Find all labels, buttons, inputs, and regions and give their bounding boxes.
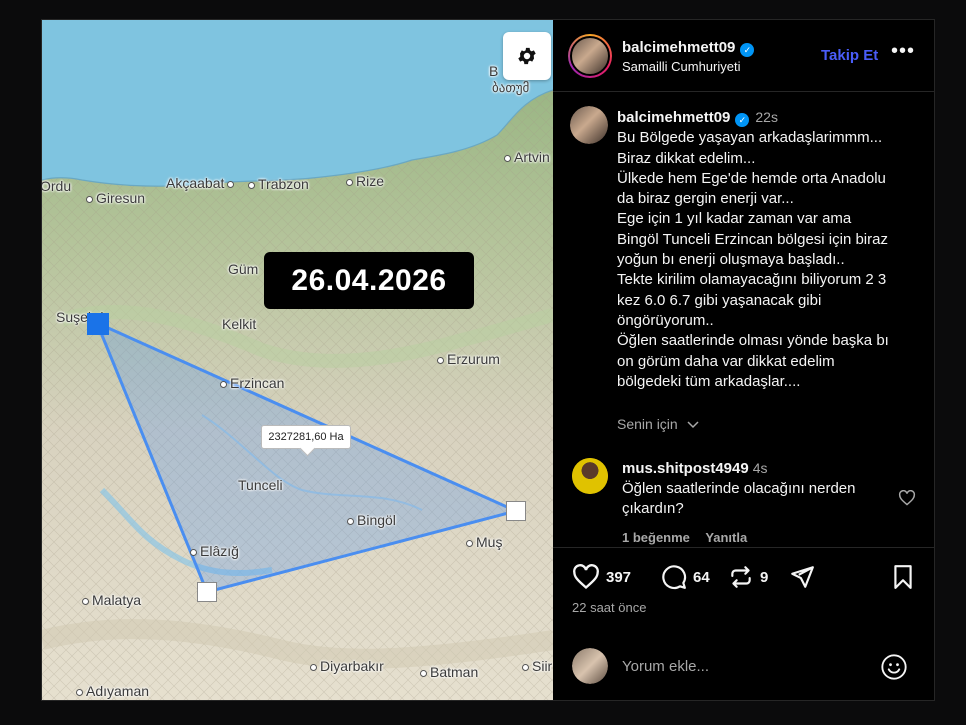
commenter-avatar[interactable] bbox=[572, 458, 608, 494]
caption-line: yoğun bı enerji oluşmaya başladı.. bbox=[617, 251, 845, 269]
map-label-bingol: Bingöl bbox=[347, 512, 396, 528]
post-location[interactable]: Samailli Cumhuriyeti bbox=[622, 59, 740, 74]
add-comment-input[interactable]: Yorum ekle... bbox=[622, 658, 709, 675]
gear-icon bbox=[518, 47, 536, 65]
post-image-map: Ordu Giresun Akçaabat Trabzon Rize Artvi… bbox=[42, 20, 553, 700]
map-label-mus: Muş bbox=[466, 534, 502, 550]
map-label-erzurum: Erzurum bbox=[437, 351, 500, 367]
caption-time: 22s bbox=[755, 109, 778, 125]
comment-text-line: çıkardın? bbox=[622, 500, 684, 517]
caption-line: Biraz dikkat edelim... bbox=[617, 149, 756, 167]
comment-meta: 1 beğenme Yanıtla bbox=[622, 530, 759, 545]
repost-icon bbox=[731, 566, 751, 588]
caption-line: Ülkede hem Ege'de hemde orta Anadolu bbox=[617, 169, 886, 187]
map-label-batman: Batman bbox=[420, 664, 478, 680]
current-user-avatar bbox=[572, 648, 608, 684]
heart-icon bbox=[573, 564, 599, 590]
map-label-rize: Rize bbox=[346, 173, 384, 189]
polygon-vertex-active[interactable] bbox=[87, 313, 109, 335]
map-label-batumi: B bbox=[489, 63, 499, 79]
verified-icon: ✓ bbox=[740, 43, 755, 57]
caption-line: Tekte kirilim olamayacağını biliyorum 2 … bbox=[617, 271, 887, 289]
map-label-artvin: Artvin bbox=[504, 149, 550, 165]
caption-line: öngörüyorum.. bbox=[617, 311, 714, 329]
caption-line: kez 6.0 6.7 gibi yaşanacak gibi bbox=[617, 291, 822, 309]
caption-line: Bingöl Tunceli Erzincan bölgesi için bir… bbox=[617, 230, 888, 248]
map-label-batumi-ka: ბათუმ bbox=[492, 80, 530, 95]
post-header: balcimehmett09 ✓ Samailli Cumhuriyeti Tak… bbox=[553, 20, 934, 92]
comment-like-heart-icon[interactable] bbox=[898, 490, 916, 506]
map-label-giresun: Giresun bbox=[86, 190, 145, 206]
map-label-tunceli: Tunceli bbox=[238, 477, 283, 493]
map-label-ordu: Ordu bbox=[42, 178, 72, 194]
polygon-vertex[interactable] bbox=[197, 582, 217, 602]
caption-username[interactable]: balcimehmett09 bbox=[617, 109, 730, 126]
follow-button[interactable]: Takip Et bbox=[821, 47, 878, 64]
caption-line: on görüm daha var dikkat edelim bbox=[617, 352, 835, 370]
date-badge: 26.04.2026 bbox=[264, 252, 474, 309]
repost-button[interactable]: 9 bbox=[728, 564, 768, 590]
likes-count: 397 bbox=[606, 568, 632, 586]
comment-text-line: Öğlen saatlerinde olacağını nerden bbox=[622, 480, 856, 497]
comment-button[interactable]: 64 bbox=[661, 564, 710, 590]
map-label-malatya: Malatya bbox=[82, 592, 141, 608]
post-caption: balcimehmett09 ✓ 22s Bu Bölgede yaşayan ar… bbox=[617, 107, 922, 392]
map-label-gumushane: Güm bbox=[228, 261, 259, 277]
caption-line: Öğlen saatlerinde olması yönde başka bı bbox=[617, 332, 889, 350]
for-you-toggle[interactable]: Senin için bbox=[617, 416, 700, 432]
post-time-ago: 22 saat önce bbox=[572, 600, 647, 615]
comments-count: 64 bbox=[693, 568, 710, 586]
map-label-diyarbakir: Diyarbakır bbox=[310, 658, 384, 674]
reposts-count: 9 bbox=[760, 568, 769, 586]
chevron-down-icon bbox=[687, 421, 699, 429]
verified-icon: ✓ bbox=[735, 113, 750, 127]
map-label-siirt: Siir bbox=[522, 658, 552, 674]
author-username[interactable]: balcimehmett09 ✓ bbox=[622, 39, 755, 57]
map-label-kelkit: Kelkit bbox=[222, 316, 257, 332]
like-button[interactable]: 397 bbox=[572, 564, 631, 590]
map-label-erzincan: Erzincan bbox=[220, 375, 284, 391]
map-label-akcaabat: Akçaabat bbox=[166, 175, 237, 191]
author-avatar[interactable] bbox=[568, 34, 612, 78]
caption-line: da biraz gergin enerji var... bbox=[617, 190, 794, 208]
emoji-icon[interactable] bbox=[880, 653, 908, 681]
caption-line: Ege için 1 yıl kadar zaman var ama bbox=[617, 210, 852, 228]
post-modal: Ordu Giresun Akçaabat Trabzon Rize Artvi… bbox=[41, 19, 935, 701]
more-icon[interactable]: ••• bbox=[891, 40, 915, 63]
share-button[interactable] bbox=[789, 564, 821, 590]
polygon-vertex[interactable] bbox=[506, 501, 526, 521]
map-settings-button[interactable] bbox=[503, 32, 551, 80]
comment-reply-button[interactable]: Yanıtla bbox=[705, 530, 747, 545]
save-button[interactable] bbox=[891, 564, 921, 590]
comment-likes[interactable]: 1 beğenme bbox=[622, 530, 690, 545]
map-label-trabzon: Trabzon bbox=[248, 176, 309, 192]
post-details-pane: balcimehmett09 ✓ Samailli Cumhuriyeti Tak… bbox=[553, 20, 934, 700]
caption-body: Bu Bölgede yaşayan arkadaşlarimmm... Bir… bbox=[617, 128, 922, 392]
area-measurement-tooltip: 2327281,60 Ha bbox=[261, 425, 351, 449]
caption-line: bölgedeki tüm arkadaşlar.... bbox=[617, 372, 801, 390]
comment-time: 4s bbox=[752, 460, 768, 476]
comment-icon bbox=[662, 565, 687, 590]
map-label-elazig: Elâzığ bbox=[190, 543, 239, 559]
share-icon bbox=[791, 566, 814, 588]
comment-username[interactable]: mus.shitpost4949 bbox=[622, 460, 749, 477]
map-label-adiyaman: Adıyaman bbox=[76, 683, 149, 699]
bookmark-icon bbox=[894, 565, 912, 589]
actions-divider bbox=[553, 547, 934, 548]
caption-line: Bu Bölgede yaşayan arkadaşlarimmm... bbox=[617, 129, 883, 147]
comment: mus.shitpost4949 4s Öğlen saatlerinde ola… bbox=[622, 458, 892, 519]
caption-avatar[interactable] bbox=[570, 106, 608, 144]
